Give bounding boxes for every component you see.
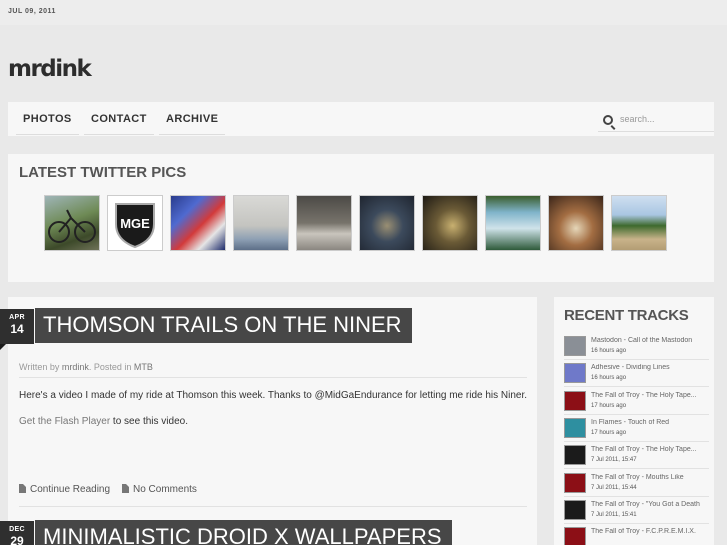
comments-label: No Comments bbox=[133, 484, 197, 495]
bike-icon bbox=[48, 209, 96, 243]
current-date: JUL 09, 2011 bbox=[8, 8, 56, 15]
album-art[interactable] bbox=[564, 336, 586, 356]
track-item[interactable]: Mastodon - Call of the Mastodon 16 hours … bbox=[564, 334, 709, 360]
post-title[interactable]: MINIMALISTIC DROID X WALLPAPERS bbox=[35, 520, 452, 545]
category-link[interactable]: MTB bbox=[134, 362, 153, 372]
track-time: 16 hours ago bbox=[591, 348, 627, 354]
continue-label: Continue Reading bbox=[30, 484, 111, 495]
post-month: DEC bbox=[9, 526, 25, 533]
twitter-pic-drums-3[interactable] bbox=[548, 195, 604, 251]
album-art[interactable] bbox=[564, 417, 586, 438]
track-name[interactable]: In Flames - Touch of Red bbox=[591, 419, 709, 426]
track-item[interactable]: The Fall of Troy - "You Got a Death 7 Jul… bbox=[564, 498, 709, 524]
twitter-pics-panel: LATEST TWITTER PICS MGE bbox=[8, 154, 714, 282]
track-time: 17 hours ago bbox=[591, 429, 627, 436]
flash-line: Get the Flash Player to see this video. bbox=[19, 416, 188, 427]
flash-player-link[interactable]: Get the Flash Player bbox=[19, 416, 110, 427]
album-art[interactable] bbox=[564, 363, 586, 384]
album-art[interactable] bbox=[564, 499, 586, 520]
post-body: Here's a video I made of my ride at Thom… bbox=[19, 390, 528, 401]
track-item[interactable]: The Fall of Troy - Mouths Like 7 Jul 2011… bbox=[564, 471, 709, 497]
mge-shield-icon: MGE bbox=[115, 203, 155, 249]
recent-tracks-title: RECENT TRACKS bbox=[564, 307, 689, 324]
post-date-tag: APR 14 bbox=[0, 309, 34, 350]
track-item[interactable]: The Fall of Troy - The Holy Tape... 7 Jul… bbox=[564, 443, 709, 470]
twitter-pic-bike[interactable] bbox=[44, 195, 100, 251]
flash-suffix: to see this video. bbox=[110, 416, 188, 427]
search-box bbox=[598, 110, 714, 132]
document-icon bbox=[19, 484, 26, 493]
nav-contact[interactable]: CONTACT bbox=[84, 113, 154, 135]
twitter-pic-snacks[interactable] bbox=[170, 195, 226, 251]
twitter-pic-drums-1[interactable] bbox=[359, 195, 415, 251]
nav-photos[interactable]: PHOTOS bbox=[16, 113, 79, 135]
meta-prefix: Written by bbox=[19, 362, 62, 372]
track-item[interactable]: In Flames - Touch of Red 17 hours ago bbox=[564, 416, 709, 442]
main-nav: PHOTOS CONTACT ARCHIVE bbox=[8, 102, 714, 136]
track-item[interactable]: The Fall of Troy - The Holy Tape... 17 ho… bbox=[564, 389, 709, 415]
track-item[interactable]: The Fall of Troy - F.C.P.R.E.M.I.X. bbox=[564, 525, 709, 545]
track-name[interactable]: Mastodon - Call of the Mastodon bbox=[591, 337, 709, 344]
continue-reading-link[interactable]: Continue Reading bbox=[19, 484, 110, 495]
divider bbox=[19, 506, 527, 507]
track-name[interactable]: The Fall of Troy - F.C.P.R.E.M.I.X. bbox=[591, 528, 709, 535]
meta-middle: . Posted in bbox=[88, 362, 134, 372]
album-art[interactable] bbox=[564, 390, 586, 411]
album-art[interactable] bbox=[564, 472, 586, 493]
twitter-pic-room[interactable] bbox=[233, 195, 289, 251]
album-art[interactable] bbox=[564, 527, 586, 545]
track-time: 16 hours ago bbox=[591, 375, 627, 382]
track-time: 7 Jul 2011, 15:41 bbox=[591, 511, 637, 518]
post-title[interactable]: THOMSON TRAILS ON THE NINER bbox=[35, 308, 412, 343]
track-time: 7 Jul 2011, 15:44 bbox=[591, 484, 637, 491]
twitter-pic-road[interactable] bbox=[611, 195, 667, 251]
search-icon[interactable] bbox=[603, 115, 613, 125]
track-name[interactable]: The Fall of Troy - Mouths Like bbox=[591, 474, 709, 481]
twitter-pic-can[interactable] bbox=[296, 195, 352, 251]
twitter-pic-mge-logo[interactable]: MGE bbox=[107, 195, 163, 251]
track-time: 7 Jul 2011, 15:47 bbox=[591, 457, 637, 464]
post-month: APR bbox=[9, 314, 25, 321]
comment-icon bbox=[122, 484, 129, 493]
twitter-pic-drums-2[interactable] bbox=[422, 195, 478, 251]
track-name[interactable]: The Fall of Troy - "You Got a Death bbox=[591, 501, 709, 508]
search-input[interactable] bbox=[620, 114, 710, 124]
twitter-pic-watermelon-can[interactable] bbox=[485, 195, 541, 251]
track-name[interactable]: The Fall of Troy - The Holy Tape... bbox=[591, 446, 709, 453]
post-day: 29 bbox=[10, 534, 24, 545]
comments-link[interactable]: No Comments bbox=[122, 484, 197, 495]
twitter-pics-title: LATEST TWITTER PICS bbox=[19, 164, 187, 181]
post-meta: Written by mrdink. Posted in MTB bbox=[19, 362, 153, 372]
track-name[interactable]: Adhesive - Dividing Lines bbox=[591, 364, 709, 371]
site-logo[interactable]: mrdink bbox=[8, 56, 92, 82]
post-date-tag: DEC 29 bbox=[0, 521, 34, 545]
mge-logo-text: MGE bbox=[120, 216, 150, 231]
top-bar: JUL 09, 2011 bbox=[0, 0, 727, 25]
track-name[interactable]: The Fall of Troy - The Holy Tape... bbox=[591, 392, 709, 399]
nav-archive[interactable]: ARCHIVE bbox=[159, 113, 226, 135]
divider bbox=[19, 377, 527, 378]
track-item[interactable]: Adhesive - Dividing Lines 16 hours ago bbox=[564, 361, 709, 388]
track-time: 17 hours ago bbox=[591, 402, 627, 409]
post-day: 14 bbox=[10, 322, 24, 336]
author-link[interactable]: mrdink bbox=[62, 362, 89, 372]
album-art[interactable] bbox=[564, 445, 586, 466]
